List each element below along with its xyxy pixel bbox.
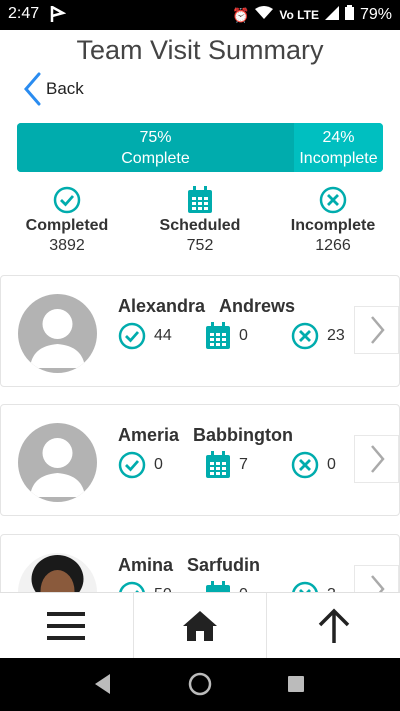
- calendar-icon: [135, 185, 265, 215]
- member-completed: 0: [118, 451, 163, 479]
- battery-icon: [344, 5, 354, 25]
- menu-icon: [47, 612, 86, 640]
- system-nav-bar: [0, 658, 400, 711]
- member-name: Amina Sarfudin: [118, 555, 260, 576]
- status-bar: 2:47 ⏰ Vo LTE 79%: [0, 0, 400, 30]
- stat-scheduled-label: Scheduled: [159, 217, 241, 234]
- system-home-icon[interactable]: [187, 671, 213, 697]
- stat-completed: Completed 3892: [2, 185, 132, 255]
- member-first-name: Amina: [118, 555, 174, 575]
- team-member-card[interactable]: Ameria Babbington 0 7 0: [0, 404, 400, 516]
- member-completed: 44: [118, 322, 172, 350]
- complete-label: Complete: [121, 149, 190, 167]
- status-time: 2:47: [8, 5, 40, 22]
- member-name: Alexandra Andrews: [118, 296, 295, 317]
- calendar-icon: [206, 451, 230, 478]
- alarm-icon: ⏰: [231, 6, 250, 23]
- member-last-name: Andrews: [219, 296, 296, 316]
- complete-percent: 75%: [139, 128, 172, 146]
- stat-incomplete-label: Incomplete: [290, 217, 376, 234]
- page-title: Team Visit Summary: [76, 35, 324, 65]
- scroll-top-button[interactable]: [267, 593, 400, 659]
- stat-scheduled: Scheduled 752: [135, 185, 265, 255]
- system-recents-icon[interactable]: [287, 675, 305, 693]
- member-incomplete: 3: [291, 581, 336, 592]
- x-circle-icon: [268, 185, 398, 215]
- calendar-icon: [206, 581, 230, 592]
- stat-incomplete: Incomplete 1266: [268, 185, 398, 255]
- avatar-photo: [18, 553, 97, 592]
- open-member-button[interactable]: [354, 565, 399, 592]
- member-completed-count: 0: [154, 456, 163, 473]
- back-label: Back: [46, 79, 84, 98]
- calendar-icon: [206, 322, 230, 349]
- member-incomplete-count: 0: [327, 456, 336, 473]
- team-member-list: Alexandra Andrews 44 0 23 Ameria Babbing…: [0, 272, 400, 592]
- check-circle-icon: [118, 322, 146, 350]
- summary-stats: Completed 3892 Scheduled 752 Incomplete …: [0, 185, 400, 260]
- member-first-name: Alexandra: [118, 296, 206, 316]
- system-back-icon[interactable]: [92, 672, 112, 696]
- member-metrics: 0 7 0: [118, 451, 358, 481]
- member-name: Ameria Babbington: [118, 425, 293, 446]
- check-circle-icon: [2, 185, 132, 215]
- open-member-button[interactable]: [354, 435, 399, 483]
- x-circle-icon: [291, 322, 319, 350]
- arrow-up-icon: [318, 608, 349, 643]
- stat-completed-label: Completed: [25, 217, 109, 234]
- bottom-nav: [0, 592, 400, 659]
- member-completed: 50: [118, 581, 172, 592]
- member-scheduled: 0: [205, 581, 248, 592]
- check-circle-icon: [119, 581, 145, 592]
- progress-complete-segment: 75% Complete: [17, 123, 294, 172]
- progress-incomplete-segment: 24% Incomplete: [294, 123, 383, 172]
- member-metrics: 44 0 23: [118, 322, 358, 352]
- team-member-card[interactable]: Alexandra Andrews 44 0 23: [0, 275, 400, 387]
- member-first-name: Ameria: [118, 425, 180, 445]
- home-button[interactable]: [134, 593, 268, 659]
- signal-icon: [324, 5, 339, 25]
- network-label: Vo LTE: [279, 8, 319, 22]
- chevron-left-icon: [24, 72, 41, 106]
- stat-incomplete-value: 1266: [315, 237, 351, 254]
- member-metrics: 50 0 3: [118, 581, 358, 592]
- status-icons: ⏰ Vo LTE 79%: [232, 5, 392, 25]
- chevron-right-icon: [370, 445, 385, 473]
- incomplete-label: Incomplete: [299, 149, 378, 167]
- menu-button[interactable]: [0, 593, 134, 659]
- x-circle-icon: [291, 451, 319, 479]
- member-scheduled: 0: [205, 322, 248, 350]
- battery-level: 79%: [359, 6, 392, 23]
- chevron-right-icon: [370, 575, 385, 592]
- stat-completed-value: 3892: [49, 237, 85, 254]
- visit-progress-bar: 75% Complete 24% Incomplete: [17, 123, 383, 172]
- check-circle-icon: [118, 451, 146, 479]
- back-button[interactable]: Back: [22, 72, 84, 106]
- notification-icon: [50, 4, 67, 29]
- team-member-card[interactable]: Amina Sarfudin 50 0 3: [0, 534, 400, 592]
- avatar: [18, 294, 97, 373]
- x-circle-icon: [292, 581, 318, 592]
- home-icon: [183, 611, 217, 641]
- member-incomplete-count: 23: [327, 327, 345, 344]
- incomplete-percent: 24%: [322, 128, 355, 146]
- stat-scheduled-value: 752: [186, 237, 214, 254]
- wifi-icon: [255, 5, 274, 25]
- open-member-button[interactable]: [354, 306, 399, 354]
- member-completed-count: 44: [154, 327, 172, 344]
- member-scheduled-count: 7: [239, 456, 248, 473]
- member-scheduled: 7: [205, 451, 248, 479]
- member-incomplete: 0: [291, 451, 336, 479]
- member-scheduled-count: 0: [239, 327, 248, 344]
- member-last-name: Babbington: [193, 425, 294, 445]
- member-incomplete: 23: [291, 322, 345, 350]
- member-last-name: Sarfudin: [187, 555, 261, 575]
- chevron-right-icon: [370, 316, 385, 344]
- avatar: [18, 423, 97, 502]
